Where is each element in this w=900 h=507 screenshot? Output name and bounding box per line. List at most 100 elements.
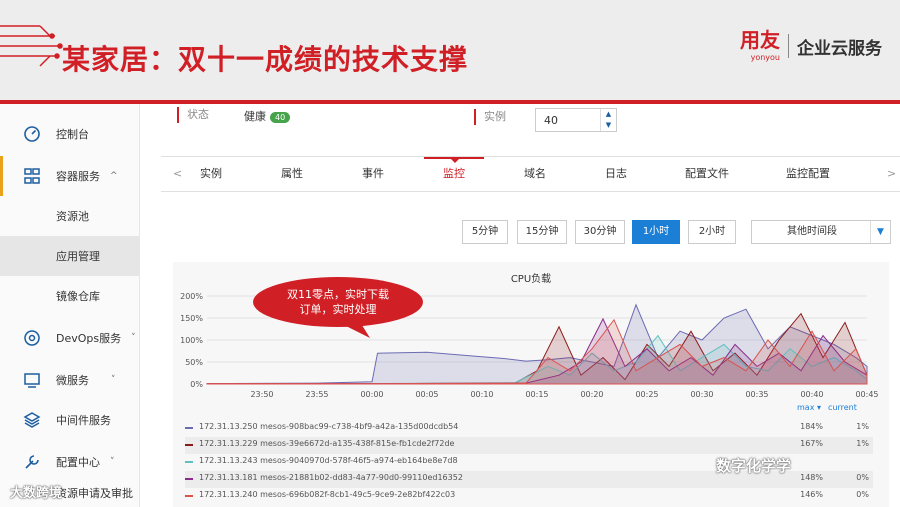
x-tick-label: 00:30 bbox=[690, 390, 713, 399]
stepper-up-icon[interactable]: ▲ bbox=[601, 109, 616, 120]
dashboard-icon bbox=[22, 124, 42, 144]
y-tick-label: 0% bbox=[190, 380, 203, 389]
tab-logs[interactable]: 日志 bbox=[586, 157, 646, 191]
x-tick-label: 23:55 bbox=[305, 390, 328, 399]
y-tick-label: 50% bbox=[185, 358, 203, 367]
sidebar-item-label: 微服务 bbox=[56, 374, 89, 387]
sidebar-item-label: 配置中心 bbox=[56, 456, 100, 469]
sidebar-item-middleware[interactable]: 中间件服务 bbox=[0, 400, 139, 440]
x-tick-label: 23:50 bbox=[250, 390, 273, 399]
status-text: 健康 bbox=[244, 110, 266, 123]
status-badge: 40 bbox=[270, 111, 291, 123]
chevron-up-icon: ^ bbox=[110, 171, 118, 181]
y-tick-label: 200% bbox=[180, 292, 203, 301]
sidebar-item-label: 控制台 bbox=[56, 128, 89, 141]
tab-next-icon[interactable]: > bbox=[887, 157, 896, 191]
time-range-select-value: 其他时间段 bbox=[787, 226, 837, 237]
legend-series-name: 172.31.13.229 mesos-39e6672d-a135-438f-8… bbox=[199, 439, 455, 448]
y-tick-label: 100% bbox=[180, 336, 203, 345]
watermark-right: 数字化学学 bbox=[716, 457, 792, 475]
tab-monitoring[interactable]: 监控 bbox=[424, 157, 484, 191]
sidebar-item-container-service[interactable]: 容器服务 ^ bbox=[0, 156, 139, 196]
x-tick-label: 00:25 bbox=[635, 390, 658, 399]
sidebar-item-config-center[interactable]: 配置中心 ˅ bbox=[0, 442, 139, 482]
time-2h-button[interactable]: 2小时 bbox=[688, 220, 736, 244]
stepper-buttons: ▲ ▼ bbox=[600, 109, 616, 131]
legend-series-name: 172.31.13.240 mesos-696b082f-8cb1-49c5-9… bbox=[199, 490, 456, 499]
instance-value: 40 bbox=[544, 114, 558, 127]
x-tick-label: 00:20 bbox=[580, 390, 603, 399]
sidebar-item-devops[interactable]: DevOps服务 ˅ bbox=[0, 318, 139, 358]
legend-max-header[interactable]: max ▾ bbox=[797, 403, 821, 412]
legend-max-value: 184% bbox=[800, 422, 823, 431]
sidebar-item-console[interactable]: 控制台 bbox=[0, 114, 139, 154]
x-tick-label: 00:40 bbox=[800, 390, 823, 399]
legend-swatch bbox=[185, 444, 193, 446]
x-tick-label: 00:05 bbox=[415, 390, 438, 399]
x-tick-label: 00:10 bbox=[470, 390, 493, 399]
instance-label: 实例 bbox=[474, 109, 506, 125]
tab-properties[interactable]: 属性 bbox=[262, 157, 322, 191]
sidebar-item-label: DevOps服务 bbox=[56, 332, 122, 345]
status-label: 状态 bbox=[177, 107, 209, 123]
time-range-select[interactable]: 其他时间段 ▼ bbox=[751, 220, 891, 244]
legend-row[interactable]: 172.31.13.229 mesos-39e6672d-a135-438f-8… bbox=[185, 437, 873, 454]
callout-text: 双11零点，实时下载 订单，实时处理 bbox=[252, 276, 424, 328]
brand: 用友 yonyou 企业云服务 bbox=[740, 30, 882, 62]
tab-instances[interactable]: 实例 bbox=[181, 157, 241, 191]
chevron-down-icon: ˅ bbox=[131, 333, 136, 343]
info-row: 状态 健康 40 实例 40 ▲ ▼ bbox=[141, 104, 900, 144]
callout-line-1: 双11零点，实时下载 bbox=[287, 288, 389, 301]
container-icon bbox=[22, 166, 42, 186]
legend-current-value: 1% bbox=[856, 422, 869, 431]
sidebar-item-microservice[interactable]: 微服务 ˅ bbox=[0, 360, 139, 400]
sidebar-item-image-registry[interactable]: 镜像仓库 bbox=[0, 276, 139, 316]
time-5min-button[interactable]: 5分钟 bbox=[462, 220, 508, 244]
brand-logo: 用友 yonyou bbox=[740, 30, 780, 62]
instance-stepper[interactable]: 40 ▲ ▼ bbox=[535, 108, 617, 132]
sidebar: 控制台 容器服务 ^ 资源池 应用管理 镜像仓库 DevOps服务 ˅ 微服务 … bbox=[0, 104, 140, 507]
sidebar-item-label: 中间件服务 bbox=[56, 414, 111, 427]
tab-events[interactable]: 事件 bbox=[343, 157, 403, 191]
legend-max-value: 146% bbox=[800, 490, 823, 499]
legend-row[interactable]: 172.31.13.250 mesos-908bac99-c738-4bf9-a… bbox=[185, 420, 873, 437]
legend-current-value: 0% bbox=[856, 490, 869, 499]
x-tick-label: 00:00 bbox=[360, 390, 383, 399]
legend-series-name: 172.31.13.243 mesos-9040970d-578f-46f5-a… bbox=[199, 456, 458, 465]
brand-text: 企业云服务 bbox=[797, 38, 882, 59]
sidebar-item-label: 容器服务 bbox=[56, 170, 100, 183]
tab-domains[interactable]: 域名 bbox=[505, 157, 565, 191]
x-tick-label: 00:45 bbox=[855, 390, 878, 399]
slide-header: 某家居：双十一成绩的技术支撑 用友 yonyou 企业云服务 bbox=[0, 0, 900, 100]
y-tick-label: 150% bbox=[180, 314, 203, 323]
chevron-down-icon: ˅ bbox=[110, 457, 115, 467]
chevron-down-icon: ˅ bbox=[111, 375, 116, 385]
legend-row[interactable]: 172.31.13.240 mesos-696b082f-8cb1-49c5-9… bbox=[185, 488, 873, 505]
stepper-down-icon[interactable]: ▼ bbox=[601, 120, 616, 131]
tab-monitor-config[interactable]: 监控配置 bbox=[778, 157, 838, 191]
brand-logo-sub: yonyou bbox=[750, 53, 780, 62]
layers-icon bbox=[22, 410, 42, 430]
wrench-icon bbox=[22, 452, 42, 472]
time-1h-button[interactable]: 1小时 bbox=[632, 220, 680, 244]
slide-title: 某家居：双十一成绩的技术支撑 bbox=[62, 43, 469, 76]
legend-current-header[interactable]: current bbox=[828, 403, 857, 412]
sidebar-item-resource-pool[interactable]: 资源池 bbox=[0, 196, 139, 236]
time-30min-button[interactable]: 30分钟 bbox=[575, 220, 625, 244]
legend-swatch bbox=[185, 478, 193, 480]
legend-swatch bbox=[185, 495, 193, 497]
time-15min-button[interactable]: 15分钟 bbox=[517, 220, 567, 244]
legend-max-value: 167% bbox=[800, 439, 823, 448]
callout-line-2: 订单，实时处理 bbox=[299, 303, 377, 316]
legend-swatch bbox=[185, 427, 193, 429]
tab-bar: < 实例 属性 事件 监控 域名 日志 配置文件 监控配置 > bbox=[161, 156, 900, 192]
legend-swatch bbox=[185, 461, 193, 463]
tab-config-files[interactable]: 配置文件 bbox=[677, 157, 737, 191]
status-value: 健康 40 bbox=[244, 108, 291, 124]
decor-lines-icon bbox=[0, 25, 63, 67]
legend-current-value: 0% bbox=[856, 473, 869, 482]
legend-current-value: 1% bbox=[856, 439, 869, 448]
devops-icon bbox=[22, 328, 42, 348]
monitor-icon bbox=[22, 370, 42, 390]
sidebar-item-app-management[interactable]: 应用管理 bbox=[0, 236, 139, 276]
